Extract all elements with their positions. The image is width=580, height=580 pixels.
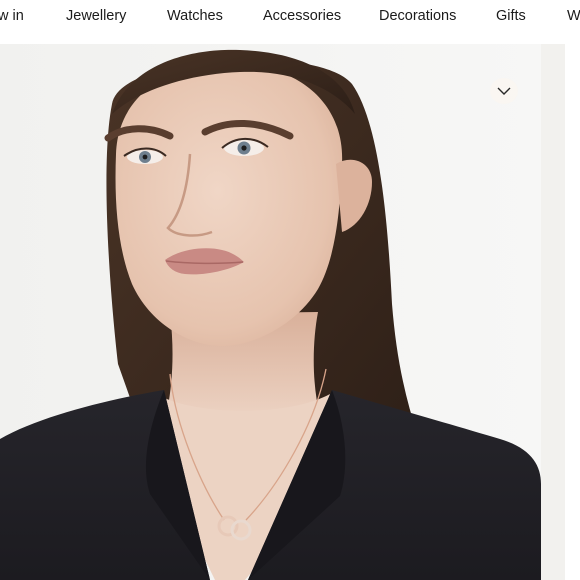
nav-item-new-in[interactable]: w in [0,7,24,25]
model-photo [0,44,541,580]
product-image[interactable] [0,44,541,580]
nav-item-jewellery[interactable]: Jewellery [66,7,126,25]
scroll-down-button[interactable] [490,78,518,104]
top-navigation: w in Jewellery Watches Accessories Decor… [0,0,580,44]
nav-item-gifts[interactable]: Gifts [496,7,526,25]
nav-item-partial[interactable]: W [567,7,580,25]
thumbnail-strip [541,44,565,580]
chevron-down-icon [497,87,511,95]
nav-item-watches[interactable]: Watches [167,7,223,25]
nav-item-accessories[interactable]: Accessories [263,7,341,25]
nav-item-decorations[interactable]: Decorations [379,7,456,25]
page-edge [565,44,580,580]
